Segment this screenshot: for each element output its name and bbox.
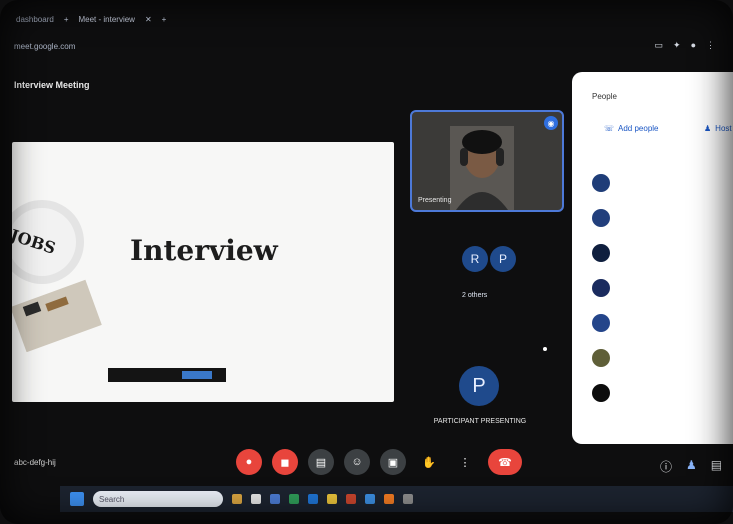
taskbar-app-icon[interactable] [289, 494, 299, 504]
browser-tab-bar: dashboard + Meet - interview ✕ + [0, 8, 733, 30]
speaking-indicator-icon: ◉ [544, 116, 558, 130]
browser-tab-active[interactable]: Meet - interview [78, 15, 134, 24]
taskbar-app-icon[interactable] [403, 494, 413, 504]
slide-footer-accent [182, 371, 212, 379]
tab-separator: + [63, 14, 69, 24]
address-bar[interactable]: meet.google.com [14, 38, 614, 54]
taskbar-app-icon[interactable] [308, 494, 318, 504]
taskbar-app-icon[interactable] [384, 494, 394, 504]
avatar [592, 279, 610, 297]
captions-icon: ▤ [315, 456, 327, 469]
avatar [592, 314, 610, 332]
add-person-icon: ☏ [604, 124, 615, 133]
camera-off-button[interactable]: ◼ [272, 449, 298, 475]
taskbar-app-icon[interactable] [327, 494, 337, 504]
slide-title: Interview [130, 234, 278, 267]
people-icon[interactable]: ♟ [686, 458, 697, 475]
menu-icon[interactable]: ⋮ [706, 40, 715, 51]
call-controls: ● ◼ ▤ ☺ ▣ ✋ ⋮ ☎ [236, 449, 522, 475]
raise-hand-button[interactable]: ✋ [416, 449, 442, 475]
host-controls-button[interactable]: ♟ Host [704, 124, 732, 133]
taskbar-app-icon[interactable] [232, 494, 242, 504]
address-bar-url: meet.google.com [14, 41, 76, 51]
people-panel: People ☏ Add people ♟ Host [572, 72, 733, 444]
browser-toolbar: ▭ ✦ ● ⋮ [655, 40, 716, 51]
side-controls: ⓘ ♟ ▤ [660, 458, 722, 475]
people-panel-title: People [592, 92, 617, 101]
present-icon: ▣ [387, 456, 399, 469]
chat-icon[interactable]: ▤ [711, 458, 722, 475]
more-options-dot[interactable] [543, 347, 547, 351]
slide-footer-bar [108, 368, 226, 382]
hand-icon: ✋ [422, 456, 436, 469]
camera-off-icon: ◼ [280, 456, 290, 469]
slide-decoration-image: JOBS [12, 200, 102, 352]
taskbar-app-icon[interactable] [270, 494, 280, 504]
more-options-button[interactable]: ⋮ [452, 449, 478, 475]
participant-avatar-large[interactable]: P [459, 366, 499, 406]
presenter-name: Presenting [418, 197, 452, 204]
participant-row[interactable] [592, 244, 622, 262]
avatar [592, 209, 610, 227]
os-taskbar: Search [60, 486, 733, 512]
avatar [592, 384, 610, 402]
others-count-label: 2 others [462, 292, 488, 299]
taskbar-app-icon[interactable] [365, 494, 375, 504]
participant-row[interactable] [592, 349, 622, 367]
avatar: R [462, 246, 488, 272]
host-controls-label: Host [715, 124, 732, 133]
avatar [592, 174, 610, 192]
captions-button[interactable]: ▤ [308, 449, 334, 475]
participant-row[interactable] [592, 174, 622, 192]
end-call-button[interactable]: ☎ [488, 449, 522, 475]
emoji-button[interactable]: ☺ [344, 449, 370, 475]
avatar [592, 349, 610, 367]
meeting-code: abc-defg-hij [14, 458, 56, 467]
tab-close-icon[interactable]: ✕ [145, 15, 152, 24]
start-button[interactable] [70, 492, 84, 506]
mic-off-icon: ● [245, 456, 253, 468]
avatar [592, 244, 610, 262]
participant-name-large: PARTICIPANT PRESENTING [433, 418, 527, 425]
end-call-icon: ☎ [498, 456, 512, 469]
browser-tab[interactable]: dashboard [16, 15, 54, 24]
info-icon[interactable]: ⓘ [660, 458, 672, 475]
mic-off-button[interactable]: ● [236, 449, 262, 475]
participant-row[interactable] [592, 314, 622, 332]
taskbar-search[interactable]: Search [93, 491, 223, 507]
taskbar-app-icon[interactable] [346, 494, 356, 504]
emoji-icon: ☺ [351, 456, 363, 468]
extensions-icon[interactable]: ✦ [673, 40, 681, 51]
participant-video-image [450, 126, 514, 210]
add-people-button[interactable]: ☏ Add people [604, 124, 659, 133]
screen: dashboard + Meet - interview ✕ + meet.go… [0, 0, 733, 524]
avatar: P [490, 246, 516, 272]
presenter-video-tile[interactable]: ◉ Presenting [410, 110, 564, 212]
meeting-title: Interview Meeting [14, 80, 90, 90]
more-vert-icon: ⋮ [459, 456, 471, 469]
person-icon: ♟ [704, 124, 712, 133]
taskbar-app-icon[interactable] [251, 494, 261, 504]
taskbar-search-placeholder: Search [99, 494, 125, 504]
new-tab-icon[interactable]: + [162, 15, 167, 24]
add-people-label: Add people [618, 124, 659, 133]
others-avatars[interactable]: R P [462, 246, 516, 272]
present-button[interactable]: ▣ [380, 449, 406, 475]
participant-row[interactable] [592, 279, 622, 297]
participant-row[interactable] [592, 384, 622, 402]
shared-slide: JOBS Interview [12, 142, 394, 402]
cast-icon[interactable]: ▭ [655, 40, 664, 51]
profile-icon[interactable]: ● [691, 40, 696, 51]
participant-row[interactable] [592, 209, 622, 227]
